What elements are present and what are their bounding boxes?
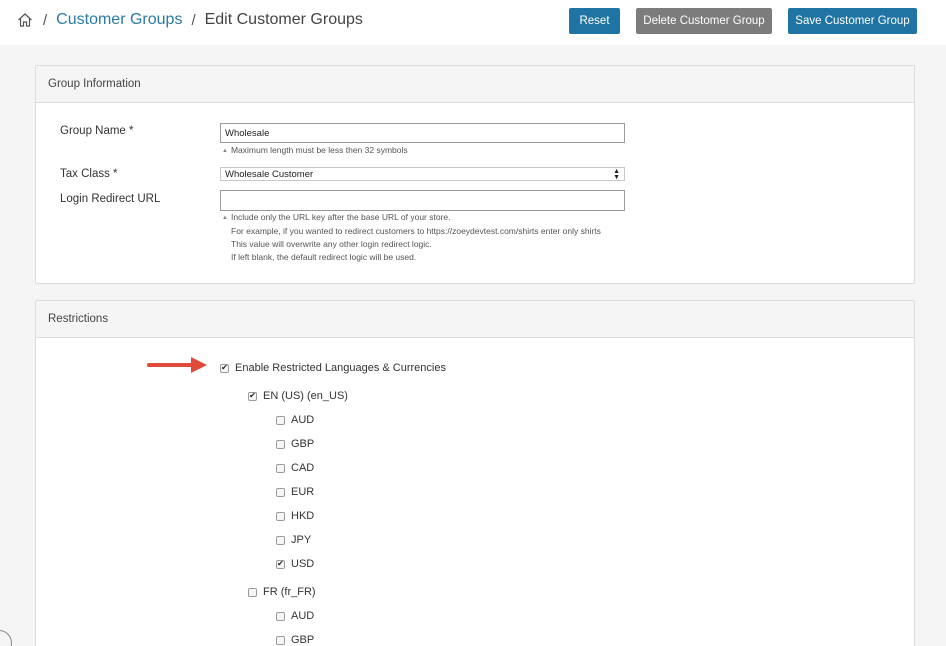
reset-button[interactable]: Reset: [569, 8, 620, 34]
currency-row[interactable]: EUR: [276, 486, 314, 498]
currency-label: JPY: [291, 534, 312, 546]
language-row-fr-fr[interactable]: FR (fr_FR): [248, 586, 316, 598]
language-label: FR (fr_FR): [263, 586, 316, 598]
hint-line: For example, if you wanted to redirect c…: [231, 226, 601, 236]
info-triangle-icon: ▲: [222, 148, 228, 154]
currency-row[interactable]: AUD: [276, 414, 314, 426]
annotation-arrow-icon: [147, 357, 207, 373]
currency-checkbox[interactable]: [276, 487, 285, 497]
currency-label: CAD: [291, 462, 315, 474]
currency-label: HKD: [291, 510, 315, 522]
language-row-en-us[interactable]: EN (US) (en_US): [248, 390, 348, 402]
currency-row[interactable]: GBP: [276, 438, 314, 450]
breadcrumb-separator: /: [43, 11, 48, 29]
currency-label: AUD: [291, 610, 315, 622]
currency-checkbox[interactable]: [276, 635, 285, 645]
login-redirect-input[interactable]: [220, 190, 625, 211]
currency-checkbox[interactable]: [276, 535, 285, 545]
currency-checkbox[interactable]: [276, 511, 285, 521]
group-name-value: Wholesale: [225, 127, 270, 139]
currency-row[interactable]: JPY: [276, 534, 311, 546]
group-name-hint: ▲ Maximum length must be less then 32 sym…: [222, 145, 408, 155]
enable-restrictions-checkbox[interactable]: [220, 363, 229, 373]
hint-line: If left blank, the default redirect logi…: [231, 252, 417, 262]
home-icon[interactable]: [17, 12, 33, 28]
breadcrumb: / Customer Groups / Edit Customer Groups: [17, 11, 363, 29]
info-triangle-icon: ▲: [222, 215, 228, 221]
select-arrows-icon: ▲ ▼: [613, 168, 620, 181]
hint-line: Include only the URL key after the base …: [230, 212, 451, 222]
page-title: Edit Customer Groups: [204, 11, 363, 28]
currency-checkbox[interactable]: [276, 415, 285, 425]
breadcrumb-separator: /: [191, 11, 196, 29]
currency-label: GBP: [291, 634, 315, 646]
hint-line: This value will overwrite any other logi…: [231, 239, 432, 249]
enable-restrictions-row[interactable]: Enable Restricted Languages & Currencies: [220, 362, 446, 374]
language-checkbox[interactable]: [248, 587, 257, 597]
group-information-panel: Group Information Group Name * Wholesale…: [35, 65, 915, 284]
currency-row[interactable]: CAD: [276, 462, 314, 474]
currency-row[interactable]: AUD: [276, 610, 314, 622]
login-redirect-label: Login Redirect URL: [60, 193, 161, 205]
tax-class-value: Wholesale Customer: [225, 168, 314, 180]
currency-row[interactable]: HKD: [276, 510, 314, 522]
tax-class-select[interactable]: Wholesale Customer ▲ ▼: [220, 167, 625, 181]
tax-class-label: Tax Class *: [60, 168, 118, 180]
delete-customer-group-button[interactable]: Delete Customer Group: [636, 8, 772, 34]
edge-circle-icon: [0, 630, 12, 646]
currency-label: USD: [291, 558, 315, 570]
currency-checkbox[interactable]: [276, 611, 285, 621]
save-customer-group-button[interactable]: Save Customer Group: [788, 8, 917, 34]
currency-checkbox[interactable]: [276, 559, 285, 569]
currency-label: EUR: [291, 486, 315, 498]
language-checkbox[interactable]: [248, 391, 257, 401]
group-name-input[interactable]: Wholesale: [220, 123, 625, 143]
currency-row[interactable]: USD: [276, 558, 314, 570]
breadcrumb-customer-groups-link[interactable]: Customer Groups: [56, 11, 182, 29]
top-bar: / Customer Groups / Edit Customer Groups…: [0, 0, 946, 45]
group-name-label: Group Name *: [60, 125, 134, 137]
restrictions-panel: Restrictions Enable Restricted Languages…: [35, 300, 915, 646]
enable-restrictions-label: Enable Restricted Languages & Currencies: [235, 362, 446, 374]
panel-title: Group Information: [36, 66, 914, 103]
language-label: EN (US) (en_US): [263, 390, 348, 402]
currency-row[interactable]: GBP: [276, 634, 314, 646]
currency-label: AUD: [291, 414, 315, 426]
login-redirect-hint: ▲ Include only the URL key after the base…: [222, 211, 601, 264]
currency-label: GBP: [291, 438, 315, 450]
panel-title: Restrictions: [36, 301, 914, 338]
currency-checkbox[interactable]: [276, 463, 285, 473]
currency-checkbox[interactable]: [276, 439, 285, 449]
